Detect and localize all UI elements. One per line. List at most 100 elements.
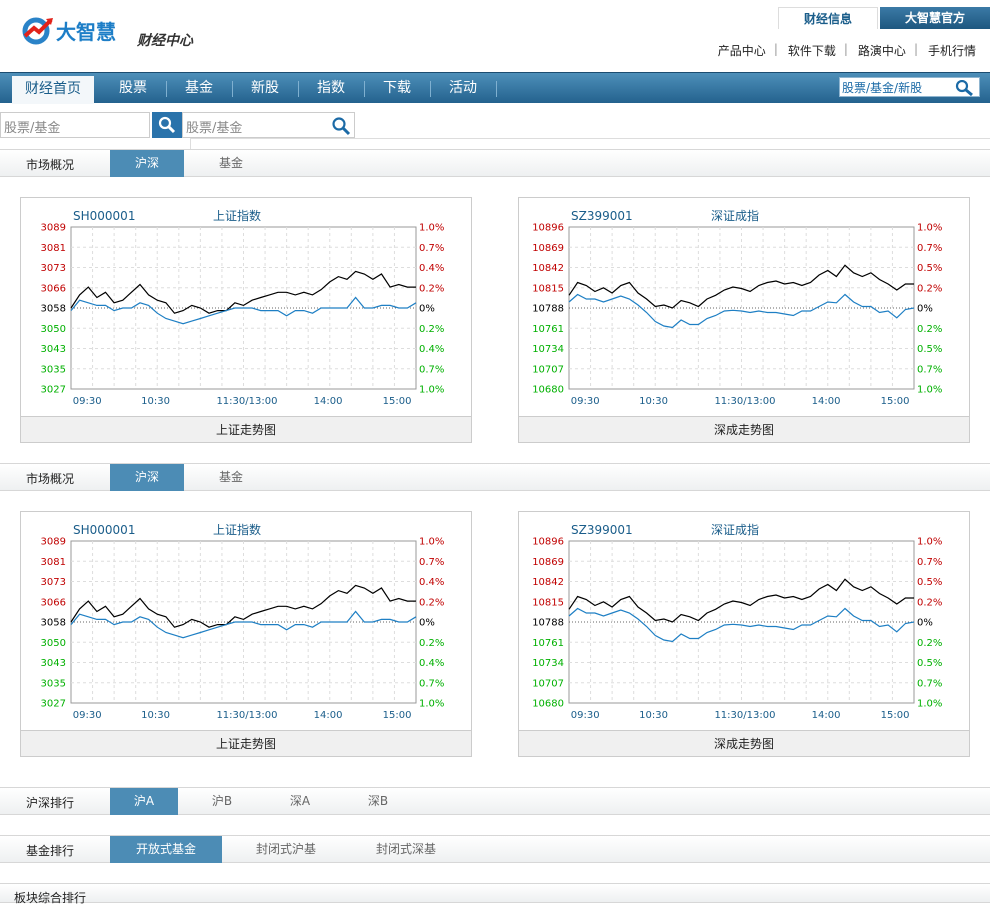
link-download[interactable]: 软件下载 [788, 42, 836, 59]
x-tick-label: 14:00 [812, 396, 841, 407]
y-tick-label: 3043 [41, 344, 66, 355]
y-pct-tick-label: 0.5% [917, 263, 942, 274]
nav-item-stocks[interactable]: 股票 [100, 73, 166, 103]
y-tick-label: 10842 [532, 263, 564, 274]
sz-chart-caption[interactable]: 深成走势图 [519, 730, 969, 756]
y-tick-label: 3043 [41, 658, 66, 669]
link-roadshow[interactable]: 路演中心 [858, 42, 906, 59]
tab-shen-a[interactable]: 深A [266, 788, 334, 815]
tab-fund[interactable]: 基金 [194, 464, 268, 491]
chart-name-label: 深证成指 [711, 208, 759, 223]
y-tick-label: 10815 [532, 597, 564, 608]
y-pct-tick-label: 0.2% [419, 324, 444, 335]
market-overview-bar: 市场概况 沪深 基金 [0, 149, 990, 177]
nav-search-input[interactable]: 股票/基金/新股 [839, 77, 980, 97]
brand-name: 大智慧 [56, 19, 116, 44]
tab-fund[interactable]: 基金 [194, 150, 268, 177]
y-tick-label: 3050 [41, 324, 66, 335]
x-tick-label: 15:00 [383, 710, 412, 721]
fund-search-input[interactable]: 股票/基金 [182, 112, 355, 138]
chart-code-label: SH000001 [73, 209, 135, 223]
x-tick-label: 10:30 [141, 710, 170, 721]
y-pct-tick-label: 1.0% [419, 223, 444, 234]
y-tick-label: 10734 [532, 658, 564, 669]
y-tick-label: 10869 [532, 243, 564, 254]
y-tick-label: 3050 [41, 638, 66, 649]
sh-chart-card: SH000001 上证指数 3089 3081 3073 3066 3058 3050 3043… [20, 197, 472, 443]
nav-item-events[interactable]: 活动 [430, 73, 496, 103]
chart-name-label: 深证成指 [711, 522, 759, 537]
market-overview-title: 市场概况 [26, 158, 75, 172]
link-products[interactable]: 产品中心 [718, 42, 766, 59]
y-pct-tick-label: 0.2% [419, 638, 444, 649]
sz-intraday-chart: SZ399001 深证成指 10896 10869 10842 10815 10788 107… [532, 208, 942, 407]
tab-finance-info[interactable]: 财经信息 [778, 7, 878, 29]
top-links: 产品中心 | 软件下载 | 路演中心 | 手机行情 [717, 42, 976, 59]
y-tick-label: 3058 [41, 618, 66, 629]
tab-closed-sz-fund[interactable]: 封闭式深基 [350, 836, 462, 863]
y-tick-label: 3066 [41, 597, 66, 608]
y-pct-tick-label: 0.4% [419, 658, 444, 669]
x-tick-label: 09:30 [571, 396, 600, 407]
y-pct-tick-label: 0% [917, 304, 933, 315]
tab-shen-b[interactable]: 深B [344, 788, 412, 815]
market-overview-title: 市场概况 [26, 472, 75, 486]
header: 大智慧 财经中心 财经信息 大智慧官方 产品中心 | 软件下载 | 路演中心 | 手机… [0, 0, 990, 72]
nav-item-funds[interactable]: 基金 [166, 73, 232, 103]
chart-code-label: SZ399001 [571, 523, 633, 537]
y-pct-tick-label: 1.0% [917, 223, 942, 234]
sh-intraday-chart: SH000001 上证指数 3089 3081 3073 3066 3058 3050 3043… [41, 522, 445, 721]
fund-ranking-title: 基金排行 [26, 844, 75, 858]
sz-chart-card-2: SZ399001 深证成指 10896 10869 10842 10815 10788 107… [518, 511, 970, 757]
tab-open-fund[interactable]: 开放式基金 [110, 836, 222, 863]
tab-closed-sh-fund[interactable]: 封闭式沪基 [230, 836, 342, 863]
chart-code-label: SZ399001 [571, 209, 633, 223]
tab-official[interactable]: 大智慧官方 [880, 7, 990, 29]
nav-item-ipo[interactable]: 新股 [232, 73, 298, 103]
y-tick-label: 10815 [532, 283, 564, 294]
link-mobile[interactable]: 手机行情 [928, 42, 976, 59]
tab-hu-b[interactable]: 沪B [188, 788, 256, 815]
y-pct-tick-label: 0% [419, 304, 435, 315]
logo[interactable]: 大智慧 [22, 14, 116, 46]
y-tick-label: 10680 [532, 699, 564, 710]
fund-search-placeholder: 股票/基金 [186, 121, 243, 136]
y-pct-tick-label: 0% [917, 618, 933, 629]
chart-name-label: 上证指数 [213, 522, 261, 537]
sh-chart-caption[interactable]: 上证走势图 [21, 416, 471, 442]
x-tick-label: 11:30/13:00 [216, 396, 277, 407]
tab-hu-a[interactable]: 沪A [110, 788, 178, 815]
search-icon[interactable] [330, 116, 352, 136]
x-tick-label: 15:00 [881, 396, 910, 407]
y-tick-label: 10761 [532, 324, 564, 335]
search-icon[interactable] [955, 80, 975, 96]
tab-hushen[interactable]: 沪深 [110, 464, 184, 491]
sh-chart-caption[interactable]: 上证走势图 [21, 730, 471, 756]
search-icon [158, 116, 176, 134]
y-pct-tick-label: 0.5% [917, 344, 942, 355]
y-pct-tick-label: 0.4% [419, 344, 444, 355]
nav-item-index[interactable]: 指数 [298, 73, 364, 103]
y-tick-label: 3073 [41, 577, 66, 588]
brand-subtitle: 财经中心 [137, 33, 193, 49]
x-tick-label: 11:30/13:00 [714, 396, 775, 407]
y-pct-tick-label: 0.7% [419, 364, 444, 375]
y-tick-label: 10896 [532, 537, 564, 548]
y-pct-tick-label: 0.2% [917, 324, 942, 335]
tab-hushen[interactable]: 沪深 [110, 150, 184, 177]
market-overview-bar-2: 市场概况 沪深 基金 [0, 463, 990, 491]
stock-search-input[interactable]: 股票/基金 [0, 112, 150, 138]
y-pct-tick-label: 1.0% [419, 537, 444, 548]
y-pct-tick-label: 0.7% [917, 678, 942, 689]
nav-item-home[interactable]: 财经首页 [12, 76, 94, 104]
y-tick-label: 3035 [41, 678, 66, 689]
y-pct-tick-label: 1.0% [917, 537, 942, 548]
stock-search-button[interactable] [152, 112, 182, 138]
chart-name-label: 上证指数 [213, 208, 261, 223]
sector-ranking-bar: 板块综合排行 [0, 883, 990, 905]
sz-chart-caption[interactable]: 深成走势图 [519, 416, 969, 442]
y-pct-tick-label: 0.2% [419, 597, 444, 608]
fund-ranking-bar: 基金排行 开放式基金 封闭式沪基 封闭式深基 [0, 835, 990, 863]
nav-item-download[interactable]: 下载 [364, 73, 430, 103]
y-pct-tick-label: 0.7% [917, 364, 942, 375]
